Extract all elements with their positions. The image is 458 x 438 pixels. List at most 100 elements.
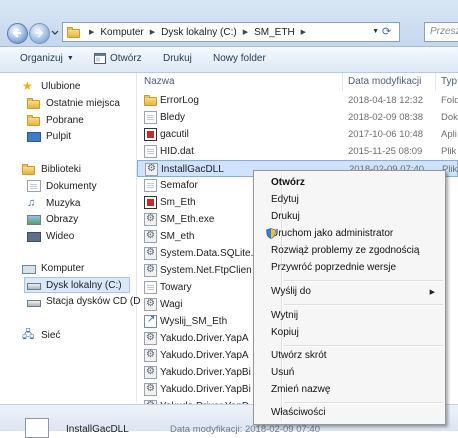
nav-network[interactable]: 🖧 Sieć <box>22 329 60 341</box>
application-icon <box>144 128 157 141</box>
recent-pages-button[interactable] <box>51 27 59 37</box>
file-name: System.Net.FtpClien <box>160 265 252 276</box>
print-label: Drukuj <box>163 53 192 64</box>
organize-button[interactable]: Organizuj ▼ <box>20 53 74 64</box>
menu-item-rename[interactable]: Zmień nazwę <box>271 384 330 395</box>
file-name: Wyslij_SM_Eth <box>160 316 228 327</box>
column-divider[interactable] <box>342 73 343 91</box>
menu-item-troubleshoot[interactable]: Rozwiąż problemy ze zgodnością <box>271 245 419 256</box>
menu-item-delete[interactable]: Usuń <box>271 367 294 378</box>
file-name: Wagi <box>160 299 183 310</box>
refresh-icon[interactable]: ⟳ <box>382 25 396 39</box>
dll-file-icon <box>144 247 157 260</box>
file-row[interactable]: HID.dat 2015-11-25 08:09 Plik <box>137 143 458 160</box>
menu-item-create-shortcut[interactable]: Utwórz skrót <box>271 350 327 361</box>
menu-separator <box>284 345 443 347</box>
chevron-down-icon: ▼ <box>66 55 74 62</box>
column-header-name[interactable]: Nazwa <box>144 76 175 87</box>
nav-local-disk[interactable]: Dysk lokalny (C:) <box>24 277 130 293</box>
menu-separator <box>284 304 443 306</box>
computer-icon <box>22 264 36 274</box>
chevron-right-icon: ▶ <box>89 29 95 36</box>
back-button[interactable] <box>7 23 28 44</box>
breadcrumb-local-disk[interactable]: Dysk lokalny (C:) <box>161 27 237 38</box>
config-file-icon <box>144 213 157 226</box>
new-folder-button[interactable]: Nowy folder <box>213 53 266 64</box>
nav-network-label: Sieć <box>41 329 61 341</box>
forward-button[interactable] <box>29 23 50 44</box>
nav-desktop-label: Pulpit <box>46 131 72 142</box>
text-document-icon <box>144 111 157 124</box>
open-button[interactable]: Otwórz <box>94 53 142 64</box>
libraries-icon <box>22 163 36 175</box>
nav-video[interactable]: Wideo <box>27 231 74 242</box>
nav-music[interactable]: ♫ Muzyka <box>27 197 80 209</box>
file-row[interactable]: Bledy 2018-02-09 08:38 Dok <box>137 109 458 126</box>
nav-documents[interactable]: Dokumenty <box>27 180 97 192</box>
breadcrumb: ▶ Komputer ▶ Dysk lokalny (C:) ▶ SM_ETH … <box>83 27 312 38</box>
chevron-right-icon: ▶ <box>149 29 156 36</box>
menu-item-print[interactable]: Drukuj <box>271 211 300 222</box>
nav-pictures-label: Obrazy <box>46 214 79 225</box>
nav-computer-label: Komputer <box>41 263 85 274</box>
nav-favorites-label: Ulubione <box>41 80 81 92</box>
nav-downloads[interactable]: Pobrane <box>27 114 84 126</box>
menu-item-open[interactable]: Otwórz <box>271 177 305 188</box>
file-name: Semafor <box>160 180 198 191</box>
breadcrumb-sm-eth[interactable]: SM_ETH <box>254 27 295 38</box>
menu-separator <box>284 280 443 282</box>
text-document-icon <box>144 281 157 294</box>
search-input[interactable]: Przesz <box>424 22 458 42</box>
menu-item-send-to[interactable]: Wyślij do ▶ <box>271 286 441 297</box>
menu-item-run-as-admin[interactable]: Uruchom jako administrator <box>266 228 394 239</box>
nav-local-disk-label: Dysk lokalny (C:) <box>46 279 122 291</box>
nav-favorites[interactable]: ★ Ulubione <box>22 80 80 92</box>
navigation-pane: ★ Ulubione Ostatnie miejsca Pobrane Pulp… <box>0 73 140 403</box>
uac-shield-icon <box>266 228 276 239</box>
dll-file-icon <box>144 332 157 345</box>
documents-icon <box>27 180 41 192</box>
column-header-type[interactable]: Typ <box>441 76 457 87</box>
menu-item-properties[interactable]: Właściwości <box>271 407 325 418</box>
menu-item-restore[interactable]: Przywróć poprzednie wersje <box>271 262 396 273</box>
nav-recent-label: Ostatnie miejsca <box>46 97 120 109</box>
address-bar-area: ▶ Komputer ▶ Dysk lokalny (C:) ▶ SM_ETH … <box>0 0 458 47</box>
send-to-label: Wyślij do <box>271 286 311 297</box>
file-type: Plik <box>441 146 457 157</box>
file-date-modified: 2017-10-06 10:48 <box>348 129 424 140</box>
print-button[interactable]: Drukuj <box>163 53 192 64</box>
text-document-icon <box>144 145 157 158</box>
menu-item-copy[interactable]: Kopiuj <box>271 327 299 338</box>
file-row[interactable]: gacutil 2017-10-06 10:48 Apli <box>137 126 458 143</box>
nav-video-label: Wideo <box>46 231 75 242</box>
file-type: Apli <box>441 129 457 140</box>
menu-item-edit[interactable]: Edytuj <box>271 194 299 205</box>
downloads-folder-icon <box>27 114 41 126</box>
column-header-date[interactable]: Data modyfikacji <box>348 76 421 87</box>
nav-pictures[interactable]: Obrazy <box>27 214 78 225</box>
nav-desktop[interactable]: Pulpit <box>27 131 71 142</box>
address-dropdown-icon[interactable]: ▼ <box>372 28 379 35</box>
nav-cd-drive[interactable]: Stacja dysków CD (D <box>27 296 140 307</box>
address-bar[interactable]: ▶ Komputer ▶ Dysk lokalny (C:) ▶ SM_ETH … <box>62 22 400 42</box>
menu-separator <box>284 402 443 404</box>
nav-computer[interactable]: Komputer <box>22 263 84 274</box>
file-name: Bledy <box>160 112 186 123</box>
music-icon: ♫ <box>27 197 36 209</box>
application-icon <box>144 196 157 209</box>
column-divider[interactable] <box>435 73 436 91</box>
file-date-modified: 2015-11-25 08:09 <box>348 146 423 157</box>
file-name: gacutil <box>160 129 189 140</box>
chevron-right-icon: ▶ <box>300 29 307 36</box>
file-date-modified: 2018-04-18 12:32 <box>348 95 424 106</box>
menu-item-cut[interactable]: Wytnij <box>271 310 298 321</box>
breadcrumb-computer[interactable]: Komputer <box>100 27 143 38</box>
nav-recent-places[interactable]: Ostatnie miejsca <box>27 97 120 109</box>
folder-icon <box>144 94 157 107</box>
run-as-admin-label: Uruchom jako administrator <box>271 228 394 239</box>
nav-music-label: Muzyka <box>46 197 81 209</box>
file-row[interactable]: ErrorLog 2018-04-18 12:32 Fold <box>137 92 458 109</box>
file-name: Yakudo.Driver.YapBi <box>160 367 251 378</box>
nav-libraries[interactable]: Biblioteki <box>22 163 81 175</box>
nav-documents-label: Dokumenty <box>46 180 97 192</box>
